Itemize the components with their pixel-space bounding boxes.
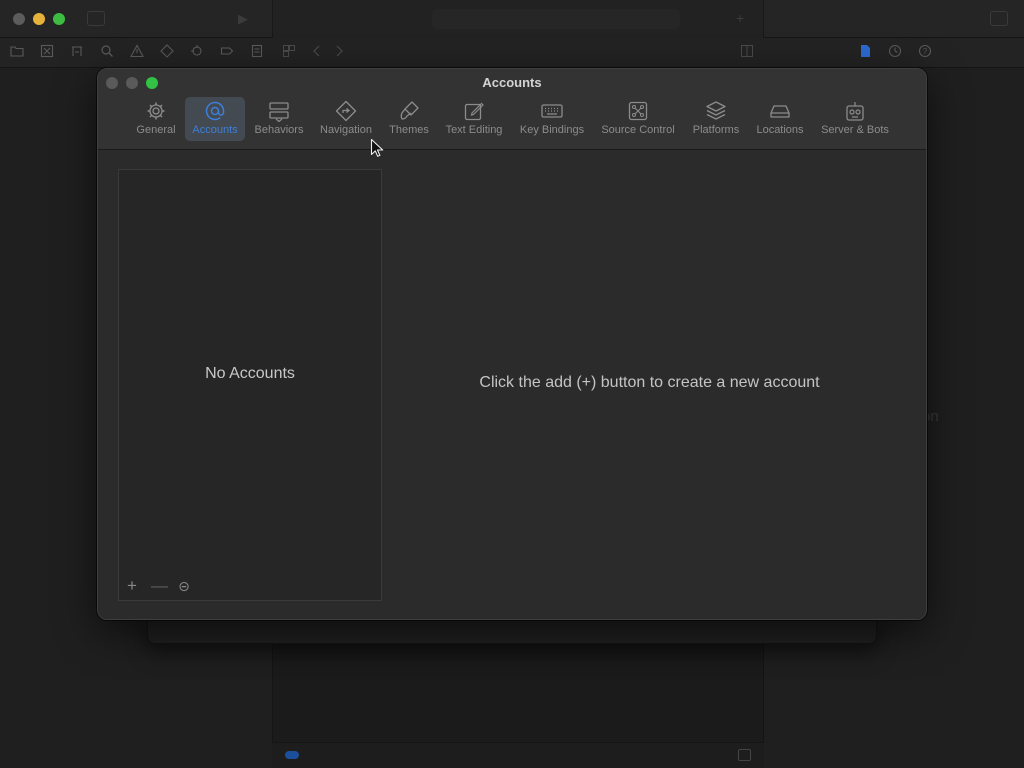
tab-source-control[interactable]: Source Control	[597, 97, 679, 141]
tab-key-bindings-label: Key Bindings	[519, 124, 585, 136]
navigator-toggle-icon[interactable]	[87, 11, 105, 26]
folder-icon[interactable]	[9, 44, 25, 60]
tab-server-bots[interactable]: Server & Bots	[815, 97, 895, 141]
remove-account-button[interactable]: —	[151, 577, 168, 595]
filter-pill-icon[interactable]	[285, 751, 299, 759]
main-zoom-button[interactable]	[53, 13, 65, 25]
test-diamond-icon[interactable]	[159, 44, 175, 60]
navigator-toolbar: ?	[0, 38, 1024, 68]
at-sign-icon	[203, 99, 227, 123]
forward-chevron-icon[interactable]	[331, 44, 347, 60]
tab-locations[interactable]: Locations	[752, 97, 808, 141]
tab-behaviors[interactable]: Behaviors	[250, 97, 308, 141]
svg-text:?: ?	[923, 47, 928, 56]
tab-navigation-label: Navigation	[320, 124, 372, 136]
tab-server-bots-label: Server & Bots	[821, 124, 889, 136]
drive-icon	[768, 99, 792, 123]
keyboard-icon	[540, 99, 564, 123]
tab-accounts-label: Accounts	[192, 124, 238, 136]
console-toggle-icon[interactable]	[738, 749, 751, 761]
tab-general[interactable]: General	[134, 97, 178, 141]
file-inspector-icon[interactable]	[857, 44, 873, 60]
source-control-nav-icon[interactable]	[39, 44, 55, 60]
tab-general-label: General	[136, 124, 176, 136]
history-clock-icon[interactable]	[887, 44, 903, 60]
breakpoint-icon[interactable]	[219, 44, 235, 60]
list-controls: + — ⊝	[125, 576, 191, 596]
paintbrush-icon	[397, 99, 421, 123]
tab-platforms[interactable]: Platforms	[688, 97, 744, 141]
accounts-list[interactable]: No Accounts + — ⊝	[118, 169, 382, 601]
tab-behaviors-label: Behaviors	[254, 124, 304, 136]
behaviors-icon	[267, 99, 291, 123]
back-chevron-icon[interactable]	[309, 44, 325, 60]
account-options-button[interactable]: ⊝	[177, 577, 191, 595]
gear-icon	[144, 99, 168, 123]
add-account-button[interactable]: +	[125, 577, 139, 595]
help-icon[interactable]: ?	[917, 44, 933, 60]
mouse-pointer-icon	[370, 138, 384, 157]
text-edit-icon	[462, 99, 486, 123]
robot-icon	[843, 99, 867, 123]
symbol-nav-icon[interactable]	[69, 44, 85, 60]
empty-list-label: No Accounts	[205, 365, 295, 382]
editor-options-icon[interactable]	[739, 44, 755, 60]
detail-placeholder-message: Click the add (+) button to create a new…	[479, 374, 820, 391]
settings-tab-bar: General Accounts Behaviors Navigation Th…	[98, 95, 926, 141]
search-icon[interactable]	[99, 44, 115, 60]
main-close-button[interactable]	[13, 13, 25, 25]
navigation-icon	[334, 99, 358, 123]
tab-accounts[interactable]: Accounts	[185, 97, 245, 141]
report-icon[interactable]	[249, 44, 265, 60]
related-items-icon[interactable]	[281, 44, 297, 60]
tab-locations-label: Locations	[756, 124, 804, 136]
tab-navigation[interactable]: Navigation	[316, 97, 376, 141]
source-control-icon	[626, 99, 650, 123]
window-title: Accounts	[482, 75, 542, 90]
tab-source-control-label: Source Control	[601, 124, 675, 136]
debug-icon[interactable]	[189, 44, 205, 60]
accounts-pane: No Accounts + — ⊝ Click the add (+) butt…	[98, 150, 926, 619]
main-minimize-button[interactable]	[33, 13, 45, 25]
tab-text-editing[interactable]: Text Editing	[441, 97, 507, 141]
run-icon[interactable]: ▶	[238, 11, 248, 27]
main-window-titlebar: ▶ +	[0, 0, 1024, 38]
settings-toolbar: Accounts General Accounts Behaviors Navi…	[98, 69, 926, 150]
layers-icon	[704, 99, 728, 123]
debug-bar	[272, 742, 764, 768]
add-tab-icon[interactable]: +	[736, 10, 744, 26]
tab-themes-label: Themes	[389, 124, 429, 136]
inspector-toggle-icon[interactable]	[990, 11, 1008, 26]
settings-window: Accounts General Accounts Behaviors Navi…	[97, 68, 927, 620]
activity-viewer	[432, 9, 680, 29]
tab-platforms-label: Platforms	[692, 124, 740, 136]
tab-themes[interactable]: Themes	[384, 97, 434, 141]
tab-key-bindings[interactable]: Key Bindings	[516, 97, 588, 141]
tab-text-editing-label: Text Editing	[445, 124, 503, 136]
warning-icon[interactable]	[129, 44, 145, 60]
